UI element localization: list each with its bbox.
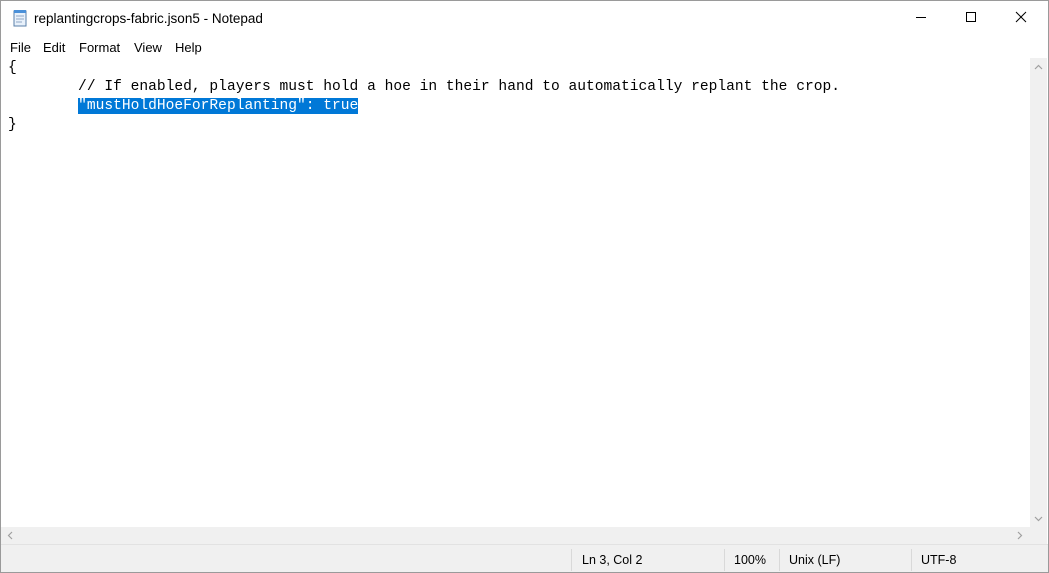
status-divider (724, 549, 725, 571)
close-button[interactable] (998, 1, 1044, 36)
menu-edit[interactable]: Edit (42, 40, 66, 55)
menu-bar: File Edit Format View Help (1, 38, 1048, 58)
scroll-right-icon[interactable] (1011, 527, 1028, 544)
editor-line-3: "mustHoldHoeForReplanting": true (8, 97, 359, 116)
scroll-down-icon[interactable] (1030, 510, 1047, 527)
window-title: replantingcrops-fabric.json5 - Notepad (34, 11, 263, 26)
notepad-icon (11, 9, 29, 27)
minimize-icon (915, 10, 927, 28)
status-bar: Ln 3, Col 2 100% Unix (LF) UTF-8 (1, 544, 1048, 572)
menu-view[interactable]: View (133, 40, 163, 55)
status-line-ending: Unix (LF) (789, 553, 841, 567)
status-divider (779, 549, 780, 571)
editor-line-3-indent (8, 98, 78, 114)
status-encoding: UTF-8 (921, 553, 957, 567)
text-editor[interactable]: { // If enabled, players must hold a hoe… (1, 58, 1030, 527)
scroll-up-icon[interactable] (1030, 58, 1047, 75)
minimize-button[interactable] (898, 1, 944, 36)
vertical-scrollbar[interactable] (1030, 58, 1047, 527)
maximize-button[interactable] (948, 1, 994, 36)
notepad-window: replantingcrops-fabric.json5 - Notepad F… (0, 0, 1049, 573)
scrollbar-corner (1030, 527, 1047, 544)
horizontal-scrollbar[interactable] (1, 527, 1030, 544)
menu-file[interactable]: File (9, 40, 32, 55)
status-divider (911, 549, 912, 571)
status-divider (571, 549, 572, 571)
title-bar[interactable]: replantingcrops-fabric.json5 - Notepad (1, 1, 1048, 38)
menu-help[interactable]: Help (174, 40, 203, 55)
scroll-left-icon[interactable] (1, 527, 18, 544)
menu-format[interactable]: Format (78, 40, 121, 55)
status-zoom: 100% (734, 553, 766, 567)
status-position: Ln 3, Col 2 (582, 553, 643, 567)
close-icon (1015, 10, 1027, 28)
maximize-icon (965, 10, 977, 28)
editor-line-1: { (8, 60, 17, 76)
selected-text: "mustHoldHoeForReplanting": true (78, 98, 359, 114)
editor-line-4: } (8, 117, 17, 133)
editor-line-2: // If enabled, players must hold a hoe i… (8, 79, 840, 95)
